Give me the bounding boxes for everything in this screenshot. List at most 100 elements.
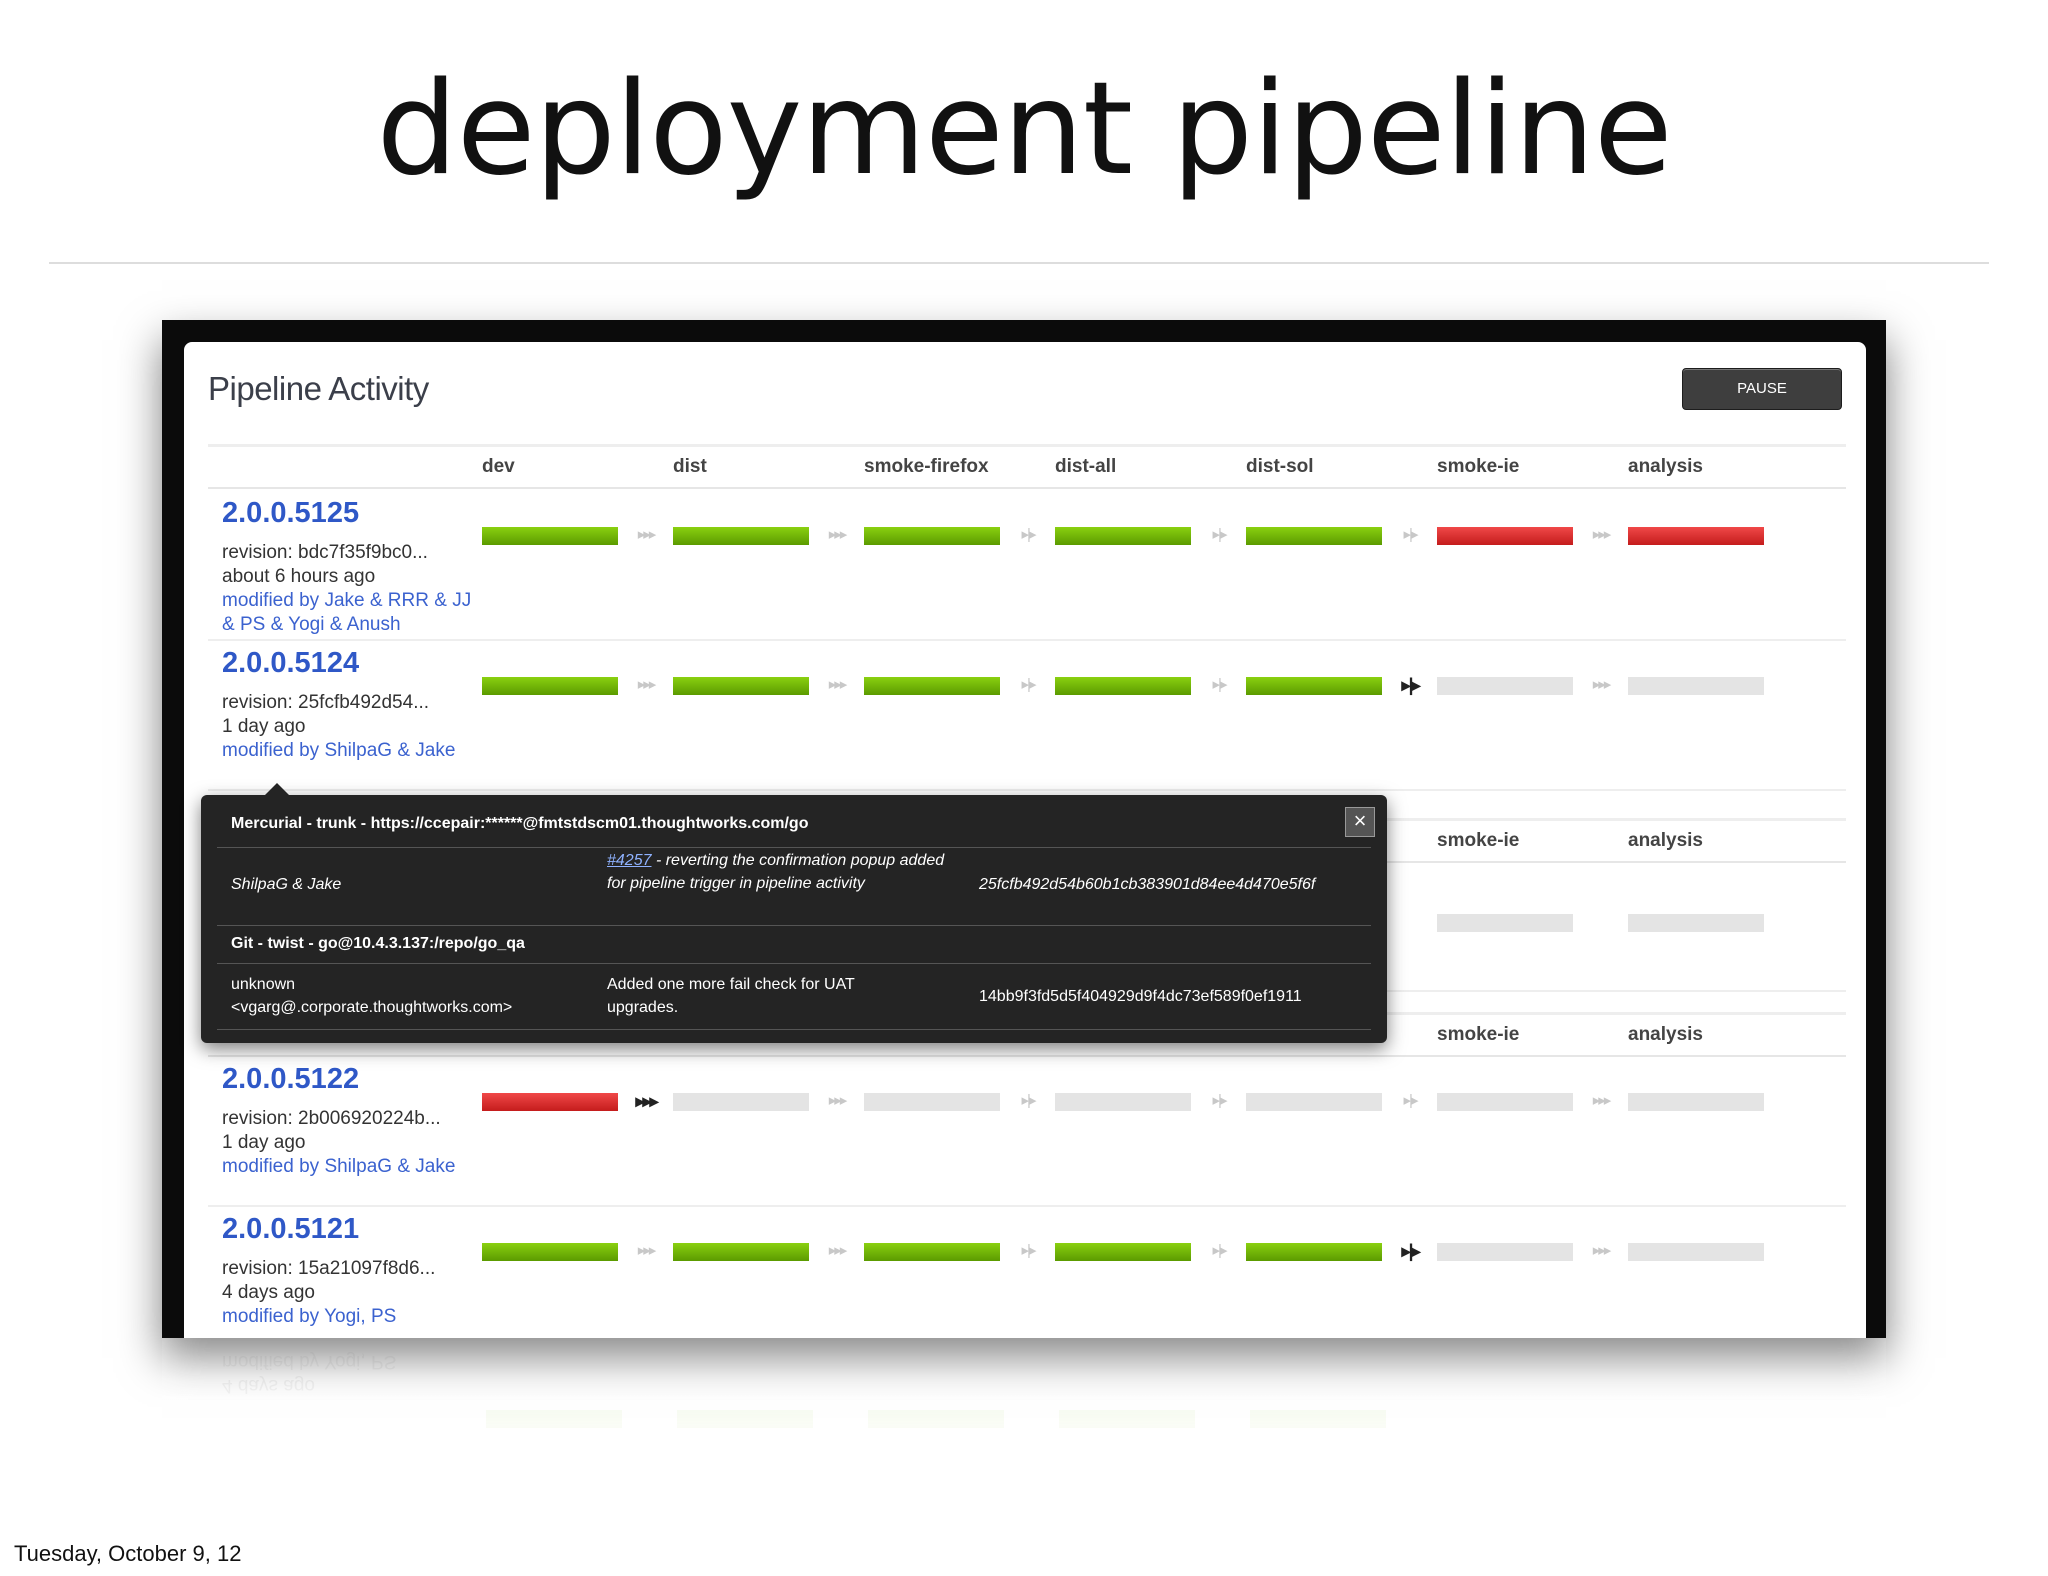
slide-footer-date: Tuesday, October 9, 12 xyxy=(14,1541,242,1566)
manual-gate-icon[interactable]: ▸|▸ xyxy=(1390,1241,1430,1262)
stage-bar-dist-passed[interactable] xyxy=(673,527,809,545)
triple-chevron-icon[interactable]: ▸▸▸ xyxy=(626,675,666,693)
triple-chevron-icon[interactable]: ▸▸▸ xyxy=(817,1241,857,1259)
stage-bar-dist-sol-passed[interactable] xyxy=(1246,527,1382,545)
stage-bar-dev-passed[interactable] xyxy=(482,527,618,545)
run-version-link[interactable]: 2.0.0.5121 xyxy=(222,1213,359,1246)
stage-bar-analysis-pending[interactable] xyxy=(1628,677,1764,695)
triple-chevron-icon[interactable]: ▸▸▸ xyxy=(1581,1091,1621,1109)
git-author: unknown <vgarg@.corporate.thoughtworks.c… xyxy=(231,976,513,1016)
slide-title: deployment pipeline xyxy=(376,55,1672,204)
run-version-link[interactable]: 2.0.0.5124 xyxy=(222,647,359,680)
manual-gate-icon[interactable]: ▸|▸ xyxy=(1199,1091,1239,1109)
run-revision: revision: bdc7f35f9bc0... xyxy=(222,542,428,563)
stage-header-analysis: analysis xyxy=(1628,830,1703,851)
popup-divider xyxy=(217,1029,1371,1030)
stage-bar-analysis-failed[interactable] xyxy=(1628,527,1764,545)
stage-bar-dev-failed[interactable] xyxy=(482,1093,618,1111)
stage-bar-dist-sol-passed[interactable] xyxy=(1246,1243,1382,1261)
stage-bar-dev-passed[interactable] xyxy=(482,677,618,695)
mercurial-comment: #4257 - reverting the confirmation popup… xyxy=(607,849,947,895)
mercurial-material-header: Mercurial - trunk - https://ccepair:****… xyxy=(231,815,809,832)
triple-chevron-icon[interactable]: ▸▸▸ xyxy=(817,1091,857,1109)
stage-bar-dist-all-passed[interactable] xyxy=(1055,1243,1191,1261)
manual-gate-icon[interactable]: ▸|▸ xyxy=(1008,1091,1048,1109)
stage-bar-pending[interactable] xyxy=(1628,914,1764,932)
stage-bar-smoke-ie-pending[interactable] xyxy=(1437,1093,1573,1111)
close-icon[interactable]: × xyxy=(1345,807,1375,837)
stage-bar-dist-sol-passed[interactable] xyxy=(1246,677,1382,695)
pipeline-run-row: 2.0.0.5125 revision: bdc7f35f9bc0... abo… xyxy=(208,489,1846,641)
screenshot-reflection: modified by Yogi, PS 4 days ago xyxy=(162,1338,1886,1548)
stage-header: dev dist smoke-firefox dist-all dist-sol… xyxy=(208,444,1846,489)
stage-bar-smoke-ie-failed[interactable] xyxy=(1437,527,1573,545)
stage-bar-analysis-pending[interactable] xyxy=(1628,1093,1764,1111)
manual-gate-icon[interactable]: ▸|▸ xyxy=(1390,525,1430,543)
stage-header-smoke-ie: smoke-ie xyxy=(1437,1024,1520,1045)
run-modified-by-link[interactable]: modified by ShilpaG & Jake xyxy=(222,739,472,763)
run-revision: revision: 25fcfb492d54... xyxy=(222,692,430,713)
run-modified-by-link[interactable]: modified by ShilpaG & Jake xyxy=(222,1155,472,1179)
run-revision: revision: 15a21097f8d6... xyxy=(222,1258,436,1279)
stage-bar-dist-all-passed[interactable] xyxy=(1055,527,1191,545)
stage-bar-smoke-ie-pending[interactable] xyxy=(1437,1243,1573,1261)
git-revision: 14bb9f3fd5d5f404929d9f4dc73ef589f0ef1911 xyxy=(979,988,1302,1005)
mercurial-revision: 25fcfb492d54b60b1cb383901d84ee4d470e5f6f xyxy=(979,876,1316,893)
stage-bar-smoke-firefox-pending[interactable] xyxy=(864,1093,1000,1111)
triple-chevron-icon[interactable]: ▸▸▸ xyxy=(1581,525,1621,543)
popup-divider xyxy=(217,925,1371,926)
git-material-header: Git - twist - go@10.4.3.137:/repo/go_qa xyxy=(231,935,525,952)
triple-chevron-icon[interactable]: ▸▸▸ xyxy=(626,1241,666,1259)
run-age: 1 day ago xyxy=(222,716,306,737)
manual-gate-icon[interactable]: ▸|▸ xyxy=(1390,675,1430,696)
manual-gate-icon[interactable]: ▸|▸ xyxy=(1199,1241,1239,1259)
manual-gate-icon[interactable]: ▸|▸ xyxy=(1199,525,1239,543)
title-divider xyxy=(49,262,1989,264)
git-comment: Added one more fail check for UAT upgrad… xyxy=(607,976,855,1016)
manual-gate-icon[interactable]: ▸|▸ xyxy=(1008,1241,1048,1259)
stage-header-smoke-firefox: smoke-firefox xyxy=(864,456,989,477)
stage-bar-dev-passed[interactable] xyxy=(482,1243,618,1261)
stage-bar-smoke-firefox-passed[interactable] xyxy=(864,677,1000,695)
manual-gate-icon[interactable]: ▸|▸ xyxy=(1390,1091,1430,1109)
mercurial-author: ShilpaG & Jake xyxy=(231,876,342,893)
stage-bar-dist-all-pending[interactable] xyxy=(1055,1093,1191,1111)
triple-chevron-icon[interactable]: ▸▸▸ xyxy=(817,525,857,543)
story-link[interactable]: #4257 xyxy=(607,852,652,869)
triple-chevron-icon[interactable]: ▸▸▸ xyxy=(1581,1241,1621,1259)
popup-divider xyxy=(217,963,1371,964)
triple-chevron-icon[interactable]: ▸▸▸ xyxy=(626,1091,666,1112)
run-version-link[interactable]: 2.0.0.5125 xyxy=(222,497,359,530)
stage-bar-smoke-firefox-passed[interactable] xyxy=(864,1243,1000,1261)
stage-bar-dist-sol-pending[interactable] xyxy=(1246,1093,1382,1111)
manual-gate-icon[interactable]: ▸|▸ xyxy=(1199,675,1239,693)
panel-title: Pipeline Activity xyxy=(208,370,429,407)
pipeline-run-row: 2.0.0.5122 revision: 2b006920224b... 1 d… xyxy=(208,1055,1846,1207)
triple-chevron-icon[interactable]: ▸▸▸ xyxy=(817,675,857,693)
stage-bar-analysis-pending[interactable] xyxy=(1628,1243,1764,1261)
stage-header-dist: dist xyxy=(673,456,707,477)
stage-bar-smoke-ie-pending[interactable] xyxy=(1437,677,1573,695)
run-modified-by-link[interactable]: modified by Yogi, PS xyxy=(222,1305,472,1329)
stage-bar-dist-pending[interactable] xyxy=(673,1093,809,1111)
run-age: 1 day ago xyxy=(222,1132,306,1153)
stage-bar-dist-passed[interactable] xyxy=(673,1243,809,1261)
run-revision: revision: 2b006920224b... xyxy=(222,1108,441,1129)
pipeline-run-row: 2.0.0.5121 revision: 15a21097f8d6... 4 d… xyxy=(208,1205,1846,1338)
reflection-fade xyxy=(162,1338,1886,1548)
triple-chevron-icon[interactable]: ▸▸▸ xyxy=(1581,675,1621,693)
manual-gate-icon[interactable]: ▸|▸ xyxy=(1008,675,1048,693)
manual-gate-icon[interactable]: ▸|▸ xyxy=(1008,525,1048,543)
mercurial-comment-text: - reverting the confirmation popup added… xyxy=(607,852,945,892)
triple-chevron-icon[interactable]: ▸▸▸ xyxy=(626,525,666,543)
run-version-link[interactable]: 2.0.0.5122 xyxy=(222,1063,359,1096)
stage-bar-dist-passed[interactable] xyxy=(673,677,809,695)
stage-bar-dist-all-passed[interactable] xyxy=(1055,677,1191,695)
stage-header-smoke-ie: smoke-ie xyxy=(1437,830,1520,851)
popup-pointer xyxy=(265,783,289,795)
stage-bar-smoke-firefox-passed[interactable] xyxy=(864,527,1000,545)
stage-bar-pending[interactable] xyxy=(1437,914,1573,932)
stage-header-analysis: analysis xyxy=(1628,1024,1703,1045)
run-modified-by-link[interactable]: modified by Jake & RRR & JJ & PS & Yogi … xyxy=(222,589,472,637)
pause-button[interactable]: PAUSE xyxy=(1682,368,1842,410)
